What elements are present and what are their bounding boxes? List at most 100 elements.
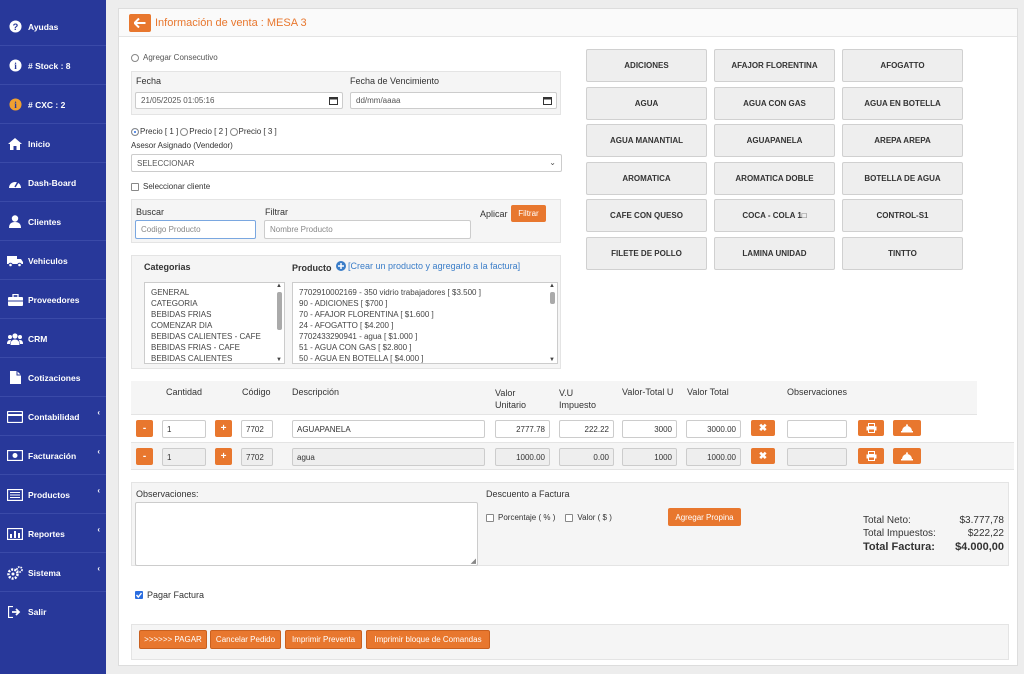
quick-product-button[interactable]: AGUA bbox=[586, 87, 707, 120]
sidebar-item-salir[interactable]: Salir bbox=[0, 593, 106, 631]
precio-2-radio[interactable] bbox=[180, 127, 189, 136]
scroll-down-icon[interactable]: ▼ bbox=[276, 357, 282, 363]
qty-input[interactable]: 1 bbox=[162, 420, 206, 438]
list-item[interactable]: GENERAL bbox=[145, 287, 284, 298]
list-item[interactable]: BEBIDAS CALIENTES bbox=[145, 353, 284, 363]
sidebar-item-sistema[interactable]: Sistema ‹ bbox=[0, 554, 106, 592]
list-item[interactable]: COMENZAR DIA bbox=[145, 320, 284, 331]
quick-product-button[interactable]: COCA - COLA 1□ bbox=[714, 199, 835, 232]
qty-input[interactable]: 1 bbox=[162, 448, 206, 466]
list-item[interactable]: 50 - AGUA EN BOTELLA [ $4.000 ] bbox=[293, 353, 557, 363]
imprimir-bloque-comandas-button[interactable]: Imprimir bloque de Comandas bbox=[366, 630, 490, 649]
codigo-producto-input[interactable]: Codigo Producto bbox=[135, 220, 256, 239]
valor-unitario-input[interactable]: 2777.78 bbox=[495, 420, 550, 438]
sidebar-item-dashboard[interactable]: Dash-Board bbox=[0, 164, 106, 202]
quick-product-button[interactable]: FILETE DE POLLO bbox=[586, 237, 707, 270]
pagar-factura-checkbox[interactable] bbox=[135, 591, 143, 599]
description-input[interactable]: AGUAPANELA bbox=[292, 420, 485, 438]
list-item[interactable]: BEBIDAS CALIENTES - CAFE bbox=[145, 331, 284, 342]
sidebar-item-crm[interactable]: CRM bbox=[0, 320, 106, 358]
list-item[interactable]: 70 - AFAJOR FLORENTINA [ $1.600 ] bbox=[293, 309, 557, 320]
list-item[interactable]: 24 - AFOGATTO [ $4.200 ] bbox=[293, 320, 557, 331]
increase-qty-button[interactable]: + bbox=[215, 448, 232, 465]
resize-handle-icon[interactable]: ◢ bbox=[471, 557, 476, 565]
quick-product-button[interactable]: CAFE CON QUESO bbox=[586, 199, 707, 232]
quick-product-button[interactable]: AFAJOR FLORENTINA bbox=[714, 49, 835, 82]
sidebar-item-productos[interactable]: Productos ‹ bbox=[0, 476, 106, 514]
asesor-select[interactable]: SELECCIONAR ⌄ bbox=[131, 154, 562, 172]
calendar-icon[interactable] bbox=[543, 96, 552, 107]
description-input[interactable]: agua bbox=[292, 448, 485, 466]
quick-product-button[interactable]: AGUAPANELA bbox=[714, 124, 835, 157]
quick-product-button[interactable]: AGUA EN BOTELLA bbox=[842, 87, 963, 120]
bell-row-button[interactable] bbox=[893, 448, 921, 464]
scroll-up-icon[interactable]: ▲ bbox=[549, 283, 555, 289]
list-item[interactable]: BEBIDAS FRIAS - CAFE bbox=[145, 342, 284, 353]
agregar-propina-button[interactable]: Agregar Propina bbox=[668, 508, 741, 526]
nombre-producto-input[interactable]: Nombre Producto bbox=[264, 220, 471, 239]
delete-row-button[interactable]: ✖ bbox=[751, 448, 775, 464]
sidebar-item-ayudas[interactable]: ? Ayudas bbox=[0, 8, 106, 46]
decrease-qty-button[interactable]: - bbox=[136, 448, 153, 465]
sidebar-item-vehiculos[interactable]: Vehiculos bbox=[0, 242, 106, 280]
print-row-button[interactable] bbox=[858, 448, 884, 464]
vu-impuesto-input[interactable]: 0.00 bbox=[559, 448, 614, 466]
quick-product-button[interactable]: BOTELLA DE AGUA bbox=[842, 162, 963, 195]
list-item[interactable]: 90 - ADICIONES [ $700 ] bbox=[293, 298, 557, 309]
sidebar-item-facturacion[interactable]: Facturación ‹ bbox=[0, 437, 106, 475]
sidebar-item-proveedores[interactable]: Proveedores bbox=[0, 281, 106, 319]
list-item[interactable]: 51 - AGUA CON GAS [ $2.800 ] bbox=[293, 342, 557, 353]
code-input[interactable]: 7702 bbox=[241, 448, 273, 466]
observaciones-textarea[interactable]: ◢ bbox=[135, 502, 478, 566]
filtrar-button[interactable]: Filtrar bbox=[511, 205, 546, 222]
bell-row-button[interactable] bbox=[893, 420, 921, 436]
agregar-consecutivo-checkbox[interactable] bbox=[131, 53, 139, 62]
sidebar-item-clientes[interactable]: Clientes bbox=[0, 203, 106, 241]
sidebar-item-inicio[interactable]: Inicio bbox=[0, 125, 106, 163]
quick-product-button[interactable]: AGUA MANANTIAL bbox=[586, 124, 707, 157]
producto-listbox[interactable]: 7702910002169 - 350 vidrio trabajadores … bbox=[292, 282, 558, 364]
quick-product-button[interactable]: AREPA AREPA bbox=[842, 124, 963, 157]
sidebar-item-cxc[interactable]: i # CXC : 2 bbox=[0, 86, 106, 124]
list-item[interactable]: 7702910002169 - 350 vidrio trabajadores … bbox=[293, 287, 557, 298]
cancelar-pedido-button[interactable]: Cancelar Pedido bbox=[210, 630, 281, 649]
sidebar-item-stock[interactable]: i # Stock : 8 bbox=[0, 47, 106, 85]
code-input[interactable]: 7702 bbox=[241, 420, 273, 438]
delete-row-button[interactable]: ✖ bbox=[751, 420, 775, 436]
quick-product-button[interactable]: AGUA CON GAS bbox=[714, 87, 835, 120]
quick-product-button[interactable]: AROMATICA DOBLE bbox=[714, 162, 835, 195]
observaciones-input[interactable] bbox=[787, 448, 847, 466]
valor-total-input[interactable]: 3000.00 bbox=[686, 420, 741, 438]
vu-impuesto-input[interactable]: 222.22 bbox=[559, 420, 614, 438]
decrease-qty-button[interactable]: - bbox=[136, 420, 153, 437]
vencimiento-input[interactable]: dd/mm/aaaa bbox=[350, 92, 557, 109]
back-button[interactable] bbox=[129, 14, 151, 32]
precio-1-radio[interactable] bbox=[131, 127, 139, 136]
list-item[interactable]: BEBIDAS FRIAS bbox=[145, 309, 284, 320]
scrollbar[interactable] bbox=[277, 292, 282, 330]
crear-producto-link[interactable]: [Crear un producto y agregarlo a la fact… bbox=[334, 261, 520, 271]
print-row-button[interactable] bbox=[858, 420, 884, 436]
valor-unitario-input[interactable]: 1000.00 bbox=[495, 448, 550, 466]
scroll-down-icon[interactable]: ▼ bbox=[549, 357, 555, 363]
valor-total-input[interactable]: 1000.00 bbox=[686, 448, 741, 466]
seleccionar-cliente-checkbox[interactable] bbox=[131, 182, 139, 191]
sidebar-item-contabilidad[interactable]: Contabilidad ‹ bbox=[0, 398, 106, 436]
valor-checkbox[interactable] bbox=[565, 513, 574, 522]
precio-3-radio[interactable] bbox=[229, 127, 238, 136]
quick-product-button[interactable]: LAMINA UNIDAD bbox=[714, 237, 835, 270]
scroll-up-icon[interactable]: ▲ bbox=[276, 283, 282, 289]
quick-product-button[interactable]: AFOGATTO bbox=[842, 49, 963, 82]
categorias-listbox[interactable]: GENERAL CATEGORIA BEBIDAS FRIAS COMENZAR… bbox=[144, 282, 285, 364]
list-item[interactable]: 7702433290941 - agua [ $1.000 ] bbox=[293, 331, 557, 342]
observaciones-input[interactable] bbox=[787, 420, 847, 438]
calendar-icon[interactable] bbox=[329, 96, 338, 107]
fecha-input[interactable]: 21/05/2025 01:05:16 bbox=[135, 92, 343, 109]
pagar-button[interactable]: >>>>>> PAGAR bbox=[139, 630, 207, 649]
valor-total-u-input[interactable]: 1000 bbox=[622, 448, 677, 466]
valor-total-u-input[interactable]: 3000 bbox=[622, 420, 677, 438]
sidebar-item-reportes[interactable]: Reportes ‹ bbox=[0, 515, 106, 553]
sidebar-item-cotizaciones[interactable]: Cotizaciones bbox=[0, 359, 106, 397]
scrollbar[interactable] bbox=[550, 292, 555, 304]
porcentaje-checkbox[interactable] bbox=[486, 513, 494, 522]
